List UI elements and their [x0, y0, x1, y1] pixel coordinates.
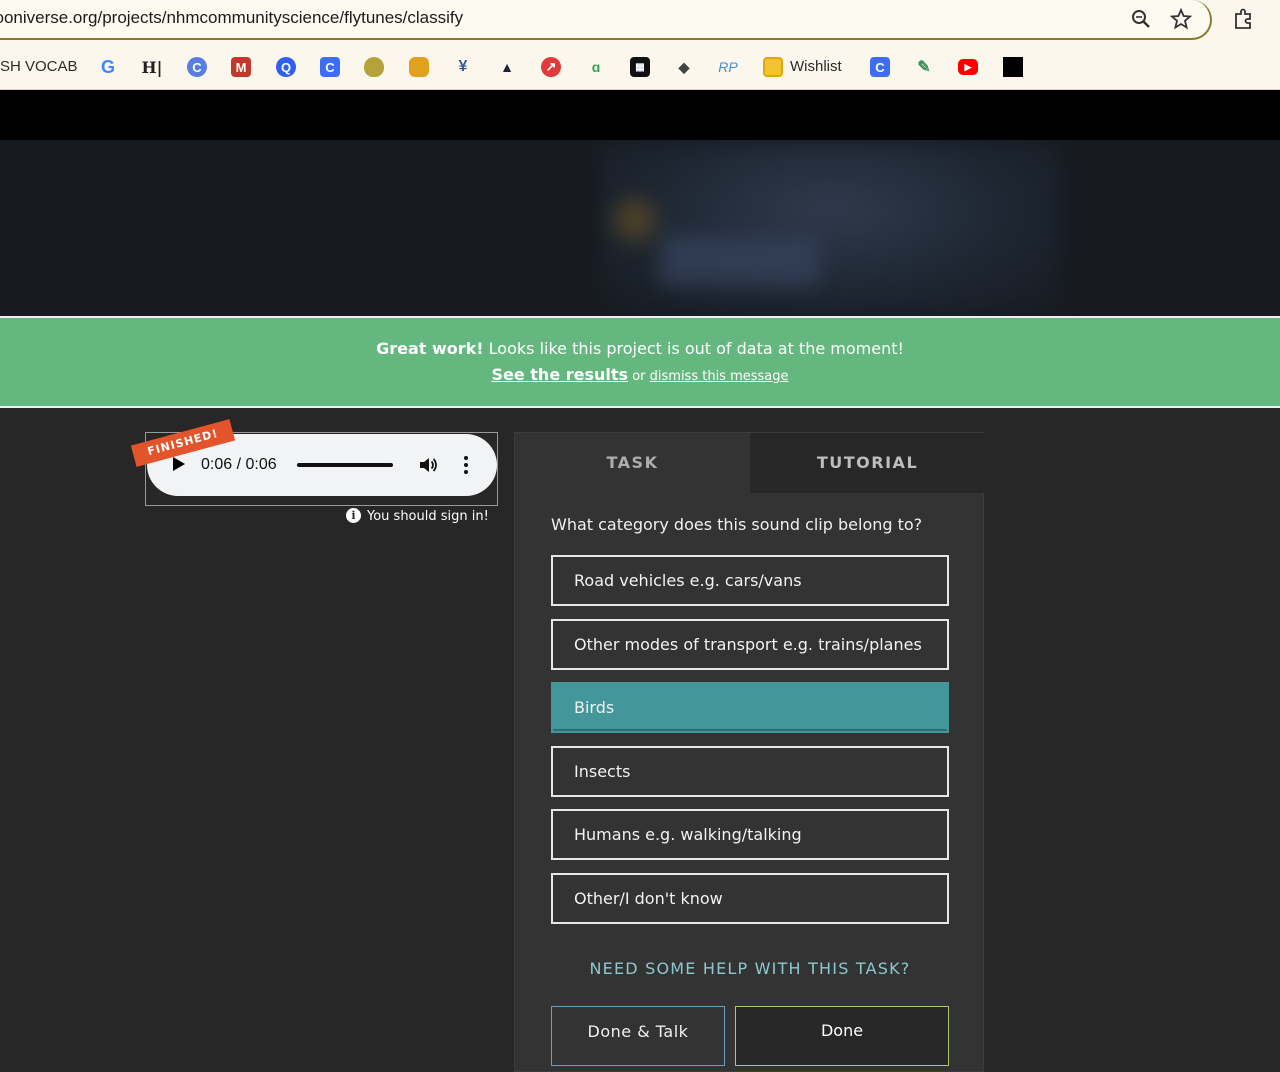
- extensions-icon[interactable]: [1232, 8, 1254, 30]
- c-circle-icon[interactable]: C: [187, 57, 207, 77]
- sign-in-note-text: You should sign in!: [367, 509, 489, 524]
- puzzle-icon[interactable]: [409, 57, 429, 77]
- graduation-cap-icon[interactable]: ▲: [497, 57, 517, 77]
- volume-icon[interactable]: [417, 454, 439, 476]
- black-square-icon[interactable]: [1003, 57, 1023, 77]
- tab-tutorial[interactable]: TUTORIAL: [750, 433, 985, 493]
- c-blue-icon[interactable]: C: [870, 57, 890, 77]
- info-icon: i: [346, 508, 361, 523]
- bookmark-sh-vocab[interactable]: SH VOCAB: [0, 58, 78, 75]
- site-top-bar: [0, 90, 1280, 140]
- q-icon[interactable]: Q: [276, 57, 296, 77]
- answer-birds[interactable]: Birds: [551, 682, 949, 733]
- google-icon[interactable]: G: [98, 57, 118, 77]
- layers-icon[interactable]: ◆: [674, 57, 694, 77]
- m-icon[interactable]: M: [231, 57, 251, 77]
- pear-icon[interactable]: [364, 57, 384, 77]
- zoom-icon[interactable]: [1130, 8, 1152, 30]
- hero-blur-region: [600, 140, 1060, 316]
- h-icon[interactable]: H|: [142, 57, 163, 77]
- answer-insects[interactable]: Insects: [551, 746, 949, 797]
- hero-blur-block: [660, 235, 820, 285]
- bookmarks-bar: SH VOCAB G H| C M Q C ¥ ▲ ↗ ɑ ▦ ◆ RP Wis…: [0, 40, 1280, 90]
- answer-road-vehicles[interactable]: Road vehicles e.g. cars/vans: [551, 555, 949, 606]
- more-options-icon[interactable]: [459, 454, 473, 476]
- answer-other-transport[interactable]: Other modes of transport e.g. trains/pla…: [551, 619, 949, 670]
- answer-humans[interactable]: Humans e.g. walking/talking: [551, 809, 949, 860]
- c-square-icon[interactable]: C: [320, 57, 340, 77]
- audio-progress-bar[interactable]: [297, 463, 393, 467]
- feather-icon[interactable]: ✎: [914, 57, 934, 77]
- sign-in-note: i You should sign in!: [346, 508, 489, 524]
- audio-time: 0:06 / 0:06: [201, 456, 277, 473]
- task-panel: TASK TUTORIAL What category does this so…: [514, 432, 985, 1072]
- arrow-icon[interactable]: ↗: [541, 57, 561, 77]
- star-icon[interactable]: [1170, 8, 1192, 30]
- task-help-link[interactable]: NEED SOME HELP WITH THIS TASK?: [515, 959, 985, 978]
- address-field[interactable]: zooniverse.org/projects/nhmcommunityscie…: [0, 0, 1212, 40]
- url-text[interactable]: zooniverse.org/projects/nhmcommunityscie…: [0, 8, 463, 28]
- leaf-icon[interactable]: ɑ: [586, 57, 606, 77]
- banner-bold-text: Great work!: [376, 339, 484, 358]
- rp-icon[interactable]: RP: [718, 57, 738, 77]
- banner-message-text: Looks like this project is out of data a…: [483, 339, 904, 358]
- bookmark-wishlist[interactable]: Wishlist: [790, 58, 842, 75]
- banner-actions: See the results or dismiss this message: [0, 365, 1280, 384]
- browser-url-bar: zooniverse.org/projects/nhmcommunityscie…: [0, 0, 1280, 40]
- hero-blur-dot: [615, 200, 655, 240]
- see-results-link[interactable]: See the results: [491, 365, 628, 384]
- dismiss-message-link[interactable]: dismiss this message: [650, 369, 789, 384]
- banner-message: Great work! Looks like this project is o…: [0, 339, 1280, 358]
- tab-task[interactable]: TASK: [515, 433, 750, 493]
- youtube-icon[interactable]: ▶: [958, 59, 978, 75]
- qr-icon[interactable]: ▦: [630, 57, 650, 77]
- play-icon[interactable]: [173, 457, 185, 471]
- done-button[interactable]: Done: [735, 1006, 949, 1066]
- out-of-data-banner: Great work! Looks like this project is o…: [0, 316, 1280, 408]
- done-and-talk-button[interactable]: Done & Talk: [551, 1006, 725, 1066]
- wishlist-icon[interactable]: [763, 57, 783, 77]
- answer-other-unknown[interactable]: Other/I don't know: [551, 873, 949, 924]
- banner-or-text: or: [628, 369, 650, 384]
- figure-icon[interactable]: ¥: [453, 57, 473, 77]
- project-hero-image: [0, 140, 1280, 316]
- task-question: What category does this sound clip belon…: [551, 515, 923, 534]
